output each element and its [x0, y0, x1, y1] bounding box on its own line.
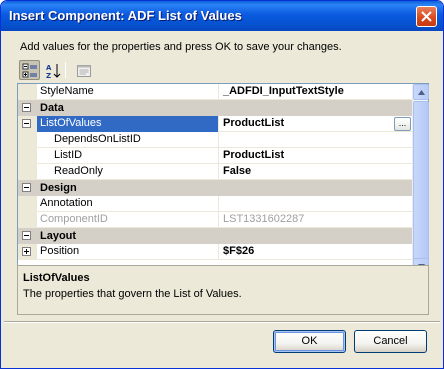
categorized-button[interactable] [19, 60, 40, 80]
arrow-up-icon [418, 90, 425, 95]
property-pages-button[interactable] [73, 60, 94, 80]
close-icon [421, 11, 432, 22]
window-title: Insert Component: ADF List of Values [9, 8, 242, 23]
vertical-scrollbar[interactable] [412, 84, 429, 291]
property-row-annotation[interactable]: Annotation [18, 196, 413, 212]
toolbar-separator [65, 62, 66, 78]
property-row-listid[interactable]: ListID ProductList [18, 148, 413, 164]
divider [4, 321, 440, 323]
property-value[interactable]: _ADFDI_InputTextStyle [220, 84, 413, 100]
scroll-up-button[interactable] [413, 84, 429, 100]
collapse-icon[interactable] [22, 183, 31, 192]
dialog-window: Insert Component: ADF List of Values Add… [0, 0, 444, 369]
property-name: StyleName [37, 84, 219, 100]
collapse-icon[interactable] [22, 119, 31, 128]
property-row-position[interactable]: Position $F$26 [18, 244, 413, 260]
svg-text:A: A [46, 64, 52, 72]
property-pages-icon [77, 65, 91, 77]
property-name: ListID [37, 148, 219, 164]
category-label: Data [40, 102, 64, 114]
property-toolbar: A Z [17, 59, 99, 81]
category-row-layout[interactable]: Layout [18, 228, 413, 244]
property-row-stylename[interactable]: StyleName _ADFDI_InputTextStyle [18, 84, 413, 100]
property-name: Position [37, 244, 219, 260]
property-rows: StyleName _ADFDI_InputTextStyle Data Lis… [18, 84, 413, 291]
property-name: ListOfValues [37, 116, 219, 132]
cancel-button[interactable]: Cancel [354, 330, 427, 353]
property-name: Annotation [37, 196, 219, 212]
scroll-thumb[interactable] [413, 101, 429, 274]
property-row-listofvalues[interactable]: ListOfValues ProductList ... [18, 116, 413, 132]
property-grid: StyleName _ADFDI_InputTextStyle Data Lis… [17, 83, 429, 292]
property-row-dependsonlistid[interactable]: DependsOnListID [18, 132, 413, 148]
property-value[interactable]: $F$26 [220, 244, 413, 260]
alphabetical-az-icon: A Z [46, 64, 61, 79]
property-value[interactable] [220, 132, 413, 148]
close-button[interactable] [416, 6, 437, 27]
category-row-design[interactable]: Design [18, 180, 413, 196]
description-text: The properties that govern the List of V… [23, 288, 242, 300]
property-name: ComponentID [37, 212, 219, 228]
property-value[interactable]: ProductList [220, 148, 413, 164]
property-name: ReadOnly [37, 164, 219, 180]
collapse-icon[interactable] [22, 231, 31, 240]
svg-text:Z: Z [46, 72, 51, 79]
description-panel: ListOfValues The properties that govern … [17, 265, 429, 315]
alphabetical-button[interactable]: A Z [42, 60, 63, 80]
property-value[interactable]: ProductList [220, 116, 413, 132]
property-value[interactable] [220, 196, 413, 212]
property-value[interactable]: False [220, 164, 413, 180]
property-row-componentid[interactable]: ComponentID LST1331602287 [18, 212, 413, 228]
property-row-readonly[interactable]: ReadOnly False [18, 164, 413, 180]
property-name: DependsOnListID [37, 132, 219, 148]
instruction-text: Add values for the properties and press … [20, 41, 342, 53]
category-row-data[interactable]: Data [18, 100, 413, 116]
expand-icon[interactable] [22, 247, 31, 256]
category-label: Design [40, 182, 77, 194]
categorized-icon [22, 63, 37, 78]
description-title: ListOfValues [23, 272, 90, 284]
title-bar[interactable]: Insert Component: ADF List of Values [1, 1, 443, 31]
collapse-icon[interactable] [22, 103, 31, 112]
ok-button[interactable]: OK [273, 330, 346, 353]
browse-button[interactable]: ... [394, 117, 411, 131]
property-value: LST1331602287 [223, 213, 305, 225]
category-label: Layout [40, 230, 77, 242]
dialog-body: Add values for the properties and press … [4, 31, 440, 366]
